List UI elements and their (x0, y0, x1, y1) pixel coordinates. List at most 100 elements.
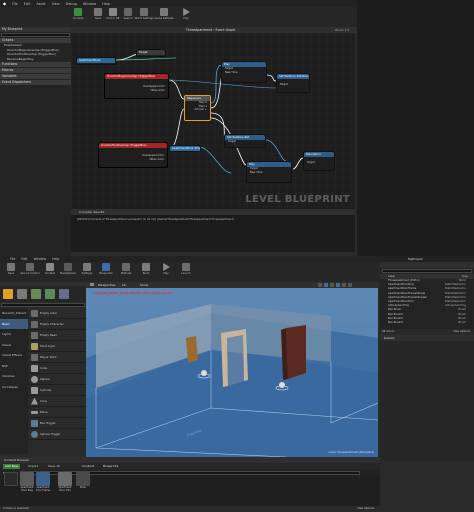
outliner-search-input[interactable] (382, 269, 472, 273)
function-node-set-2[interactable]: Relocation Target (303, 151, 335, 171)
category-item[interactable]: BSP (0, 361, 28, 372)
place-item-cylinder[interactable]: Cylinder (28, 385, 86, 396)
event-node-end-overlap[interactable]: OnActorEndOverlap (TriggerBox) Overlappe… (98, 142, 168, 168)
place-item-empty-actor[interactable]: Empty Actor (28, 308, 86, 319)
find-in-cb-button[interactable]: Find in CB (107, 7, 119, 23)
variable-node-door[interactable]: ApartmentDoor (76, 57, 116, 65)
function-node-reverse[interactable]: Set Relative Rot Target (224, 134, 266, 148)
source-control-button[interactable]: Source Control (20, 262, 40, 278)
menu-window[interactable]: Window (83, 2, 96, 6)
save-all-button[interactable]: Save All (48, 464, 60, 469)
game-defaults-button[interactable]: Game Defaults (154, 7, 174, 23)
function-node-play-2[interactable]: Play Target New Time (246, 161, 292, 183)
category-item[interactable]: Visual (0, 340, 28, 351)
save-button[interactable]: Save (92, 7, 104, 23)
asset-tile[interactable]: Apartment Door Ping (20, 472, 34, 494)
outliner-footer: 28 actors View Options (380, 329, 474, 334)
search-button[interactable]: Search (122, 7, 134, 23)
geometry-mode-icon[interactable] (59, 289, 69, 299)
asset-tile[interactable]: Apartment Door Trim (58, 472, 72, 494)
zoom-label: Zoom 1:1 (335, 28, 350, 32)
asset-tile[interactable]: Apartment Door Frame (36, 472, 50, 494)
place-item-cube[interactable]: Cube (28, 363, 86, 374)
event-node-overlap[interactable]: OnActorBeginOverlap (TriggerBox) Overlap… (104, 73, 169, 99)
matinee-button[interactable]: Matinee (120, 262, 132, 278)
sequence-node-selected[interactable]: Sequence Then 0 Then 1 Add pin + (184, 95, 211, 121)
landscape-mode-icon[interactable] (31, 289, 41, 299)
menu-help[interactable]: Help (102, 2, 110, 6)
paint-mode-icon[interactable] (17, 289, 27, 299)
add-new-button[interactable]: Add New (3, 464, 21, 469)
place-item-cone[interactable]: Cone (28, 396, 86, 407)
content-breadcrumb-folder[interactable]: Blueprints (103, 464, 118, 469)
event-graph-canvas[interactable]: ApartmentDoor Target OnActorBeginOverlap… (71, 33, 355, 209)
menu-asset[interactable]: Asset (36, 2, 45, 6)
marketplace-button[interactable]: Marketplace (60, 262, 76, 278)
category-item[interactable]: Lights (0, 329, 28, 340)
menu-view[interactable]: View (52, 2, 60, 6)
compile-button[interactable]: Compile (72, 7, 84, 23)
menu-window[interactable]: Window (34, 257, 47, 261)
lit-button[interactable]: Lit (122, 283, 126, 287)
menu-edit[interactable]: Edit (24, 2, 31, 6)
settings-button[interactable]: Settings (81, 262, 93, 278)
macros-section[interactable]: Macros (0, 68, 71, 73)
gear-icon (140, 8, 148, 16)
category-item[interactable]: Volumes (0, 371, 28, 382)
save-button[interactable]: Save (5, 262, 17, 278)
place-item-player-start[interactable]: Player Start (28, 352, 86, 363)
category-item[interactable]: All Classes (0, 382, 28, 393)
blueprint-search-input[interactable] (1, 33, 70, 37)
launch-button[interactable]: Launch (180, 262, 192, 278)
blueprints-button[interactable]: Blueprints (99, 262, 113, 278)
asset-tile[interactable] (4, 472, 18, 494)
place-item-sphere[interactable]: Sphere (28, 374, 86, 385)
function-node-play[interactable]: Play Target New Time (221, 61, 267, 83)
level-viewport[interactable]: LIGHTING NEEDS TO BE REBUILT (368 unbuil… (86, 288, 378, 457)
graph-item[interactable]: ReceiveBeginPlay (0, 57, 71, 62)
menu-debug[interactable]: Debug (66, 2, 77, 6)
functions-section[interactable]: Functions (0, 62, 71, 67)
content-view-options-button[interactable]: View Options (357, 507, 374, 510)
category-item[interactable]: Visual Effects (0, 350, 28, 361)
place-item-plane[interactable]: Plane (28, 407, 86, 418)
import-button[interactable]: Import (28, 464, 38, 469)
view-options-button[interactable]: View Options (453, 329, 470, 334)
asset-tile[interactable]: Chair (76, 472, 90, 494)
outliner-row[interactable]: Box Brush4 Brush (380, 321, 474, 325)
menu-file[interactable]: File (10, 257, 15, 261)
asset-thumbnail (4, 472, 18, 486)
world-settings-button[interactable]: World Settings (135, 7, 153, 23)
build-button[interactable]: Build (140, 262, 152, 278)
menu-file[interactable]: File (12, 2, 18, 6)
blueprint-editor-window: ◆ File Edit Asset View Debug Window Help… (0, 0, 357, 256)
category-item[interactable]: Recently Placed (0, 308, 28, 319)
content-icon (46, 263, 54, 271)
content-button[interactable]: Content (44, 262, 56, 278)
variables-section[interactable]: Variables (0, 74, 71, 79)
menu-help[interactable]: Help (52, 257, 59, 261)
category-item[interactable]: Basic (0, 318, 28, 329)
content-breadcrumb-root[interactable]: Content (82, 464, 94, 469)
variable-node-target[interactable]: Target (136, 49, 166, 57)
show-button[interactable]: Show (140, 283, 148, 287)
event-dispatchers-section[interactable]: Event Dispatchers (0, 80, 71, 85)
viewport-options-icon[interactable] (90, 283, 94, 286)
viewport-snap-controls[interactable] (318, 283, 368, 287)
place-mode-icon[interactable] (3, 289, 13, 299)
play-button[interactable]: Play (160, 262, 172, 278)
perspective-button[interactable]: Perspective (98, 283, 115, 287)
menu-edit[interactable]: Edit (21, 257, 27, 261)
play-button[interactable]: Play (180, 7, 192, 23)
place-item-box-trigger[interactable]: Box Trigger (28, 418, 86, 429)
place-search-input[interactable] (1, 303, 85, 307)
place-item-empty-character[interactable]: Empty Character (28, 319, 86, 330)
content-status-bar: 5 items (1 selected) View Options (0, 506, 380, 512)
editor-root: ◆ File Edit Asset View Debug Window Help… (0, 0, 474, 512)
place-item-point-light[interactable]: Point Light (28, 341, 86, 352)
place-item-sphere-trigger[interactable]: Sphere Trigger (28, 429, 86, 440)
variable-node-door-2[interactable]: ApartmentDoor Ping (169, 145, 201, 152)
function-node-set[interactable]: Set Relative Rotation Target (276, 73, 310, 93)
place-item-empty-pawn[interactable]: Empty Pawn (28, 330, 86, 341)
foliage-mode-icon[interactable] (45, 289, 55, 299)
